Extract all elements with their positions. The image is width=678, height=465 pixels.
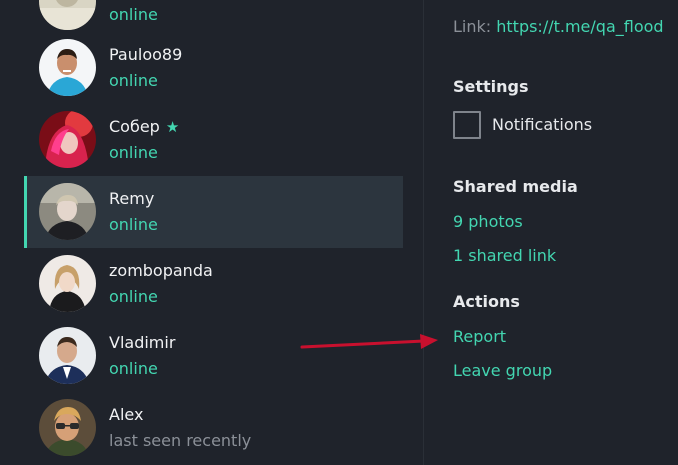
member-avatar [39,255,96,312]
member-name: Собер ★ [109,117,180,136]
member-name: Vladimir [109,333,176,352]
settings-title: Settings [453,77,529,96]
photos-link[interactable]: 9 photos [453,212,523,231]
member-row-selected[interactable]: Remy online [24,176,403,248]
members-list: online Pauloo89 online Собер ★ online Re… [0,0,404,465]
invite-link[interactable]: https://t.me/qa_flood [496,17,663,36]
star-icon: ★ [165,118,180,136]
member-name: Alex [109,405,144,424]
member-avatar [39,183,96,240]
member-status: online [109,71,158,90]
member-avatar [39,111,96,168]
cut-off-text-fragment [453,0,678,8]
member-name: Pauloo89 [109,45,183,64]
member-row[interactable]: zombopanda online [24,248,403,320]
member-avatar [39,327,96,384]
shared-links-link[interactable]: 1 shared link [453,246,556,265]
member-row[interactable]: Pauloo89 online [24,32,403,104]
shared-media-title: Shared media [453,177,578,196]
member-status: online [109,287,158,306]
link-label: Link: [453,17,492,36]
member-avatar [39,0,96,30]
panel-divider [423,0,424,465]
group-info-panel: Link: https://t.me/qa_flood Settings Not… [453,0,678,465]
member-status: online [109,359,158,378]
member-name: zombopanda [109,261,213,280]
report-link[interactable]: Report [453,327,506,346]
telegram-group-info-window: online Pauloo89 online Собер ★ online Re… [0,0,678,465]
actions-title: Actions [453,292,520,311]
member-avatar [39,39,96,96]
red-arrow-icon [300,334,438,349]
member-status: online [109,143,158,162]
leave-group-link[interactable]: Leave group [453,361,552,380]
invite-link-row: Link: https://t.me/qa_flood [453,17,664,36]
notifications-checkbox[interactable] [453,111,481,139]
member-row[interactable]: Собер ★ online [24,104,403,176]
member-status: online [109,215,158,234]
member-avatar [39,399,96,456]
member-row[interactable]: Alex last seen recently [24,392,403,464]
member-status: last seen recently [109,431,252,450]
notifications-label: Notifications [492,115,593,134]
member-status: online [109,5,158,24]
member-name: Remy [109,189,155,208]
